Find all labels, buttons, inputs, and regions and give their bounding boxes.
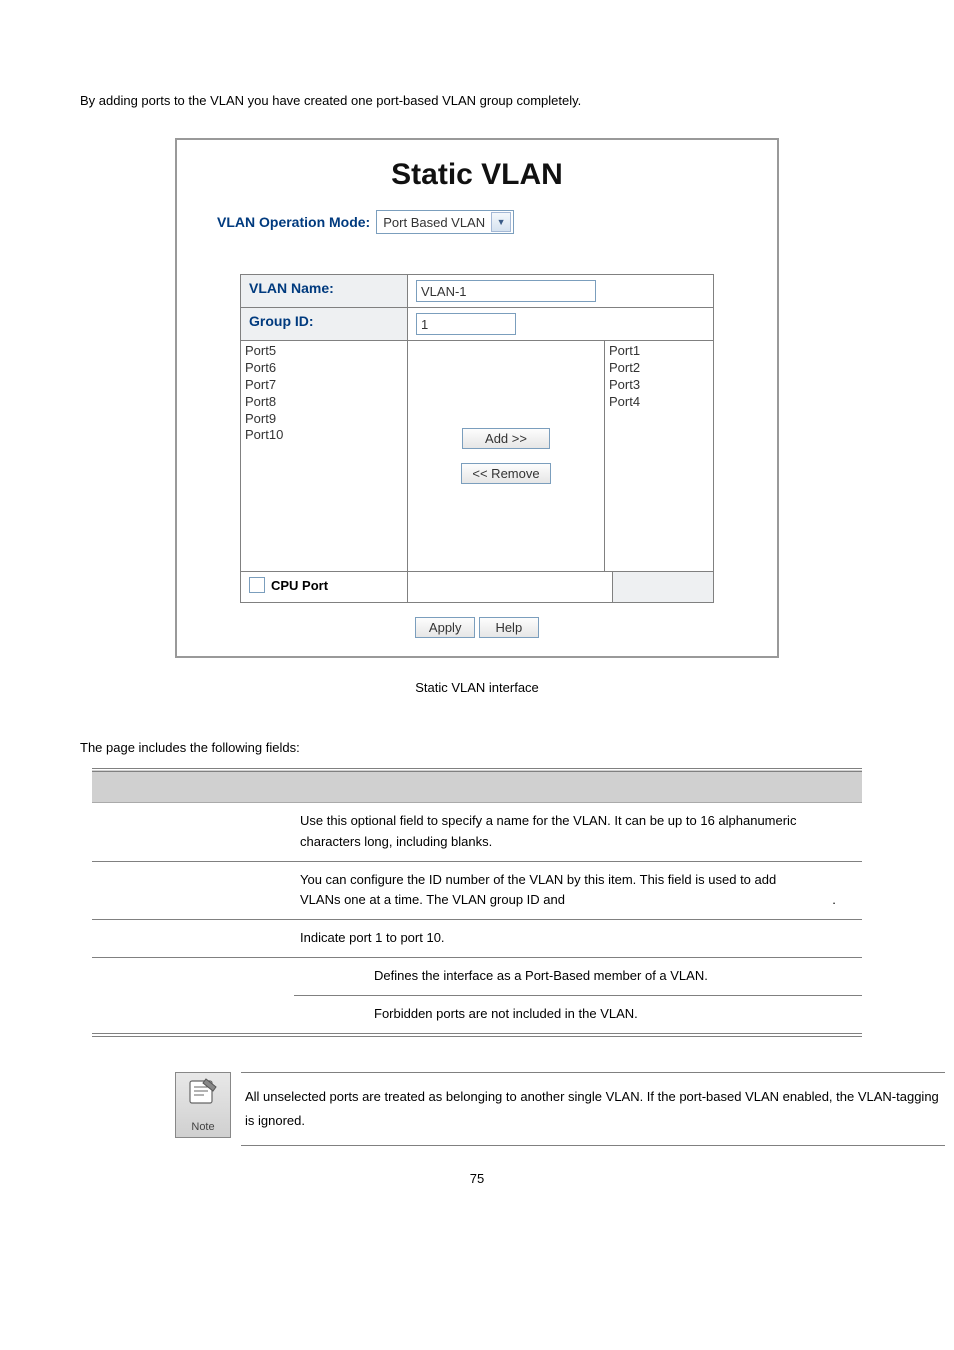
mode-label: VLAN Operation Mode: xyxy=(217,214,370,230)
cpu-port-label: CPU Port xyxy=(271,578,328,593)
chevron-down-icon: ▼ xyxy=(491,212,511,232)
list-item[interactable]: Port2 xyxy=(609,360,709,377)
vlan-name-description: Use this optional field to specify a nam… xyxy=(294,803,862,862)
group-id-input[interactable] xyxy=(416,313,516,335)
list-item[interactable]: Port8 xyxy=(245,394,403,411)
list-item[interactable]: Port1 xyxy=(609,343,709,360)
group-id-description: You can configure the ID number of the V… xyxy=(294,861,862,920)
list-item[interactable]: Port9 xyxy=(245,411,403,428)
list-item[interactable]: Port4 xyxy=(609,394,709,411)
vlan-operation-mode-select[interactable]: Port Based VLAN ▼ xyxy=(376,210,514,234)
selected-ports-list[interactable]: Port1 Port2 Port3 Port4 xyxy=(605,341,713,571)
available-ports-list[interactable]: Port5 Port6 Port7 Port8 Port9 Port10 xyxy=(241,341,407,567)
vlan-name-label: VLAN Name: xyxy=(241,275,408,308)
vlan-name-input[interactable] xyxy=(416,280,596,302)
intro-text: By adding ports to the VLAN you have cre… xyxy=(80,93,874,108)
list-item[interactable]: Port10 xyxy=(245,427,403,444)
add-button[interactable]: Add >> xyxy=(462,428,550,449)
apply-button[interactable]: Apply xyxy=(415,617,475,638)
config-table: VLAN Name: Group ID: Port5 Port6 Port7 xyxy=(240,274,714,603)
remove-button[interactable]: << Remove xyxy=(461,463,550,484)
list-item[interactable]: Port6 xyxy=(245,360,403,377)
figure-caption: Static VLAN interface xyxy=(80,680,874,695)
note-block: Note All unselected ports are treated as… xyxy=(175,1072,945,1146)
panel-title: Static VLAN xyxy=(207,158,747,192)
port-description: Indicate port 1 to port 10. xyxy=(294,920,862,958)
static-vlan-panel: Static VLAN VLAN Operation Mode: Port Ba… xyxy=(175,138,779,658)
help-button[interactable]: Help xyxy=(479,617,539,638)
note-text: All unselected ports are treated as belo… xyxy=(241,1072,945,1146)
list-item[interactable]: Port5 xyxy=(245,343,403,360)
mode-value: Port Based VLAN xyxy=(383,215,485,230)
fields-table: Use this optional field to specify a nam… xyxy=(92,768,862,1037)
note-label: Note xyxy=(191,1121,214,1133)
group-id-label: Group ID: xyxy=(241,308,408,341)
fields-intro: The page includes the following fields: xyxy=(80,740,874,755)
cpu-port-checkbox[interactable]: CPU Port xyxy=(249,577,399,593)
checkbox-icon xyxy=(249,577,265,593)
list-item[interactable]: Port3 xyxy=(609,377,709,394)
vlan-operation-mode-row: VLAN Operation Mode: Port Based VLAN ▼ xyxy=(217,210,747,234)
list-item[interactable]: Port7 xyxy=(245,377,403,394)
page-number: 75 xyxy=(80,1171,874,1186)
note-icon: Note xyxy=(175,1072,231,1138)
forbidden-description: Forbidden ports are not included in the … xyxy=(294,995,862,1034)
member-description: Defines the interface as a Port-Based me… xyxy=(294,957,862,995)
